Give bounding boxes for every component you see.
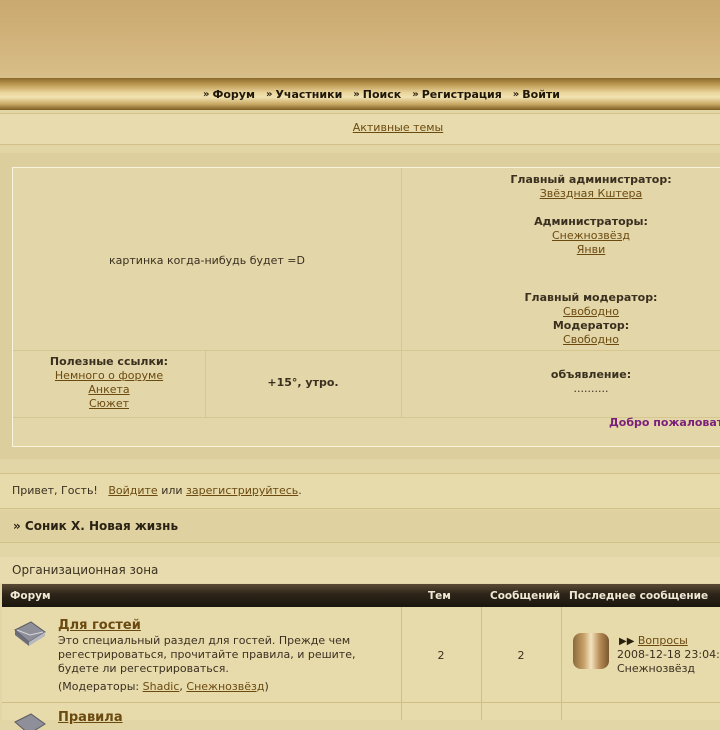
head-mod-label: Главный модератор:	[524, 291, 658, 304]
double-arrow-icon: »	[353, 88, 360, 100]
nav-menu: » Форум » Участники » Поиск » Регистрация » В…	[203, 86, 571, 102]
forum-title-link[interactable]: Правила	[58, 710, 123, 725]
double-arrow-icon: »	[412, 88, 419, 100]
nav-members-label: Участники	[275, 87, 343, 101]
nav-register[interactable]: » Регистрация	[412, 86, 502, 102]
mod-label: Модератор:	[552, 319, 630, 332]
nav-forum[interactable]: » Форум	[203, 86, 255, 102]
double-arrow-icon: »	[265, 88, 273, 100]
welcome-text: Добро пожаловать	[609, 416, 720, 429]
head-mod-link[interactable]: Свободно	[563, 305, 619, 318]
nav-register-label: Регистрация	[421, 87, 502, 101]
double-arrow-icon: »	[203, 88, 210, 100]
or-text: или	[161, 484, 183, 497]
mods-suffix: )	[264, 680, 269, 693]
forum-moderators: (Модераторы: Shadic, Снежнозвёзд)	[58, 680, 269, 693]
register-link[interactable]: зарегистрируйтесь	[186, 484, 298, 497]
period: .	[298, 484, 302, 497]
last-post-link-wrap: ▶▶ Вопросы	[619, 634, 688, 647]
category-title: Организационная зона	[12, 563, 159, 577]
staff-info: Главный администратор: Звёздная Кштера А…	[401, 173, 720, 347]
announcement-text: ..........	[573, 382, 609, 395]
useful-link[interactable]: Сюжет	[89, 397, 129, 410]
envelope-icon	[14, 713, 46, 730]
nav-search-label: Поиск	[362, 87, 402, 101]
last-post-arrow-icon: ▶▶	[619, 636, 635, 647]
nav-search[interactable]: » Поиск	[353, 86, 401, 102]
admin-link[interactable]: Снежнозвёзд	[552, 229, 630, 242]
active-topics-link[interactable]: Активные темы	[353, 121, 444, 134]
weather-info: +15°, утро.	[267, 376, 339, 389]
forum-description: Это специальный раздел для гостей. Прежд…	[58, 634, 356, 675]
head-admin-label: Главный администратор:	[510, 173, 672, 186]
picture-placeholder: картинка когда-нибудь будет =D	[109, 254, 305, 267]
avatar	[573, 633, 609, 669]
forum-table-header: Форум Тем Сообщений Последнее сообщение	[2, 584, 720, 607]
nav-forum-label: Форум	[212, 87, 255, 101]
info-box: картинка когда-нибудь будет =D Главный а…	[12, 167, 720, 447]
useful-link[interactable]: Немного о форуме	[55, 369, 163, 382]
last-post-date: 2008-12-18 23:04:	[617, 648, 720, 661]
nav-members[interactable]: » Участники	[266, 86, 342, 102]
topics-count: 2	[437, 649, 445, 662]
col-posts: Сообщений	[490, 590, 561, 602]
col-topics: Тем	[428, 590, 451, 602]
login-link[interactable]: Войдите	[108, 484, 157, 497]
last-post-author: Снежнозвёзд	[617, 662, 696, 675]
forum-title-link[interactable]: Для гостей	[58, 618, 141, 633]
useful-links: Полезные ссылки: Немного о форуме Анкета…	[13, 355, 205, 411]
forum-header-banner	[0, 0, 720, 80]
posts-count: 2	[517, 649, 525, 662]
announcement: объявление: ..........	[401, 368, 720, 396]
nav-login[interactable]: » Войти	[513, 86, 560, 102]
head-admin-link[interactable]: Звёздная Кштера	[540, 187, 643, 200]
envelope-icon	[14, 621, 46, 646]
moderator-link[interactable]: Shadic	[143, 680, 180, 693]
col-forum: Форум	[10, 590, 51, 602]
useful-links-label: Полезные ссылки:	[49, 355, 169, 368]
admin-link[interactable]: Янви	[577, 243, 605, 256]
mod-link[interactable]: Свободно	[563, 333, 619, 346]
mods-prefix: (Модераторы:	[58, 680, 143, 693]
nav-login-label: Войти	[522, 87, 560, 101]
double-arrow-icon: »	[512, 88, 520, 100]
col-last-post: Последнее сообщение	[569, 590, 709, 602]
announcement-label: объявление:	[550, 368, 632, 381]
moderator-link[interactable]: Снежнозвёзд	[186, 680, 264, 693]
useful-link[interactable]: Анкета	[88, 383, 129, 396]
guest-greeting: Привет, Гость!	[12, 484, 98, 497]
guest-greeting-line: Привет, Гость! Войдите или зарегистрируй…	[12, 484, 302, 497]
last-post-link[interactable]: Вопросы	[638, 634, 688, 647]
admins-label: Администраторы:	[534, 215, 648, 228]
breadcrumb[interactable]: » Соник X. Новая жизнь	[13, 519, 178, 533]
